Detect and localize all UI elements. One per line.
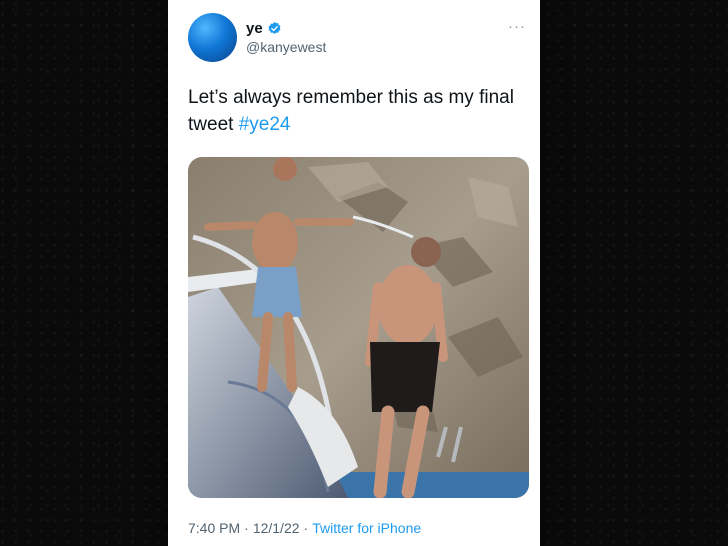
tweet-time[interactable]: 7:40 PM — [188, 520, 240, 536]
meta-separator: · — [303, 520, 309, 536]
tweet-meta: 7:40 PM · 12/1/22 · Twitter for iPhone — [188, 520, 421, 536]
tweet-body: Let’s always remember this as my final t… — [188, 87, 514, 135]
author-row: ye — [246, 20, 282, 37]
tweet-source-link[interactable]: Twitter for iPhone — [312, 520, 421, 536]
tweet-card: ye @kanyewest ··· Let’s always remember … — [168, 0, 540, 546]
user-handle[interactable]: @kanyewest — [246, 39, 326, 55]
tweet-text: Let’s always remember this as my final t… — [188, 84, 518, 138]
meta-separator: · — [244, 520, 249, 536]
hashtag-link[interactable]: #ye24 — [239, 114, 291, 135]
tweet-photo[interactable] — [188, 157, 529, 498]
more-options-icon[interactable]: ··· — [508, 18, 526, 35]
verified-badge-icon — [268, 21, 281, 34]
tweet-date[interactable]: 12/1/22 — [253, 520, 300, 536]
display-name[interactable]: ye — [246, 20, 263, 37]
avatar[interactable] — [188, 13, 237, 62]
